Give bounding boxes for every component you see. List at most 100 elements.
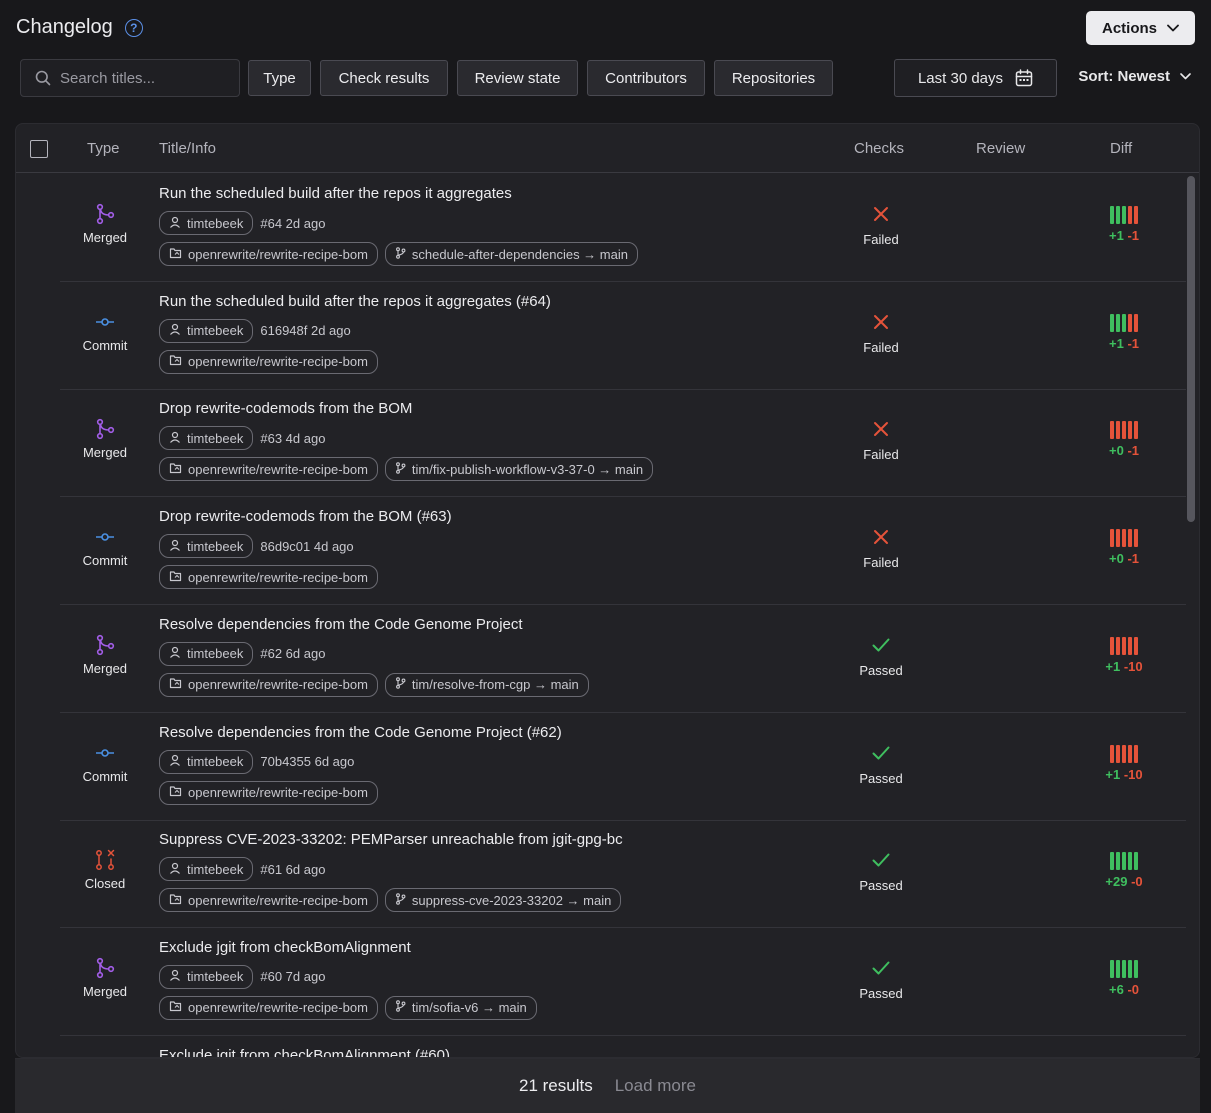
- load-more-button[interactable]: Load more: [615, 1076, 696, 1096]
- search-input[interactable]: [60, 69, 210, 87]
- branch-chip[interactable]: tim/fix-publish-workflow-v3-37-0 → main: [384, 457, 654, 482]
- author-chip[interactable]: timtebeek: [159, 318, 254, 343]
- column-header-checks[interactable]: Checks: [854, 140, 904, 157]
- repo-icon: [169, 247, 182, 262]
- date-range-label: Last 30 days: [917, 69, 1004, 87]
- select-all-checkbox[interactable]: [30, 140, 48, 158]
- title-info-cell: Resolve dependencies from the Code Genom…: [159, 724, 816, 805]
- table-row[interactable]: Merged Run the scheduled build after the…: [16, 174, 1186, 282]
- scrollbar[interactable]: [1187, 176, 1195, 1054]
- repo-chip[interactable]: openrewrite/rewrite-recipe-bom: [159, 672, 378, 697]
- diff-bars: [1110, 313, 1138, 332]
- diff-cell: +1 -10: [1084, 636, 1164, 674]
- date-range-button[interactable]: Last 30 days: [894, 59, 1057, 97]
- actions-button[interactable]: Actions: [1086, 11, 1195, 45]
- diff-cell: +29 -0: [1084, 852, 1164, 889]
- repo-chip[interactable]: openrewrite/rewrite-recipe-bom: [159, 565, 378, 590]
- row-title[interactable]: Drop rewrite-codemods from the BOM: [159, 400, 816, 420]
- author-name: timtebeek: [187, 646, 244, 662]
- row-title[interactable]: Exclude jgit from checkBomAlignment (#60…: [159, 1047, 816, 1057]
- row-title[interactable]: Run the scheduled build after the repos …: [159, 293, 816, 313]
- column-header-review[interactable]: Review: [976, 140, 1025, 157]
- diff-bar: [1134, 313, 1138, 332]
- checks-cell: Passed: [831, 637, 931, 678]
- checks-label: Failed: [863, 447, 899, 463]
- filter-repositories-button[interactable]: Repositories: [714, 60, 833, 96]
- row-title[interactable]: Resolve dependencies from the Code Genom…: [159, 724, 816, 744]
- author-chip[interactable]: timtebeek: [159, 964, 254, 989]
- diff-bars: [1110, 852, 1138, 871]
- user-icon: [169, 969, 181, 984]
- checks-label: Passed: [859, 770, 903, 786]
- repo-name: openrewrite/rewrite-recipe-bom: [188, 1000, 368, 1016]
- author-name: timtebeek: [187, 754, 244, 769]
- filter-review-state-button[interactable]: Review state: [457, 60, 578, 96]
- filter-check-results-button[interactable]: Check results: [320, 60, 448, 96]
- row-title[interactable]: Suppress CVE-2023-33202: PEMParser unrea…: [159, 831, 816, 851]
- diff-stats: +1 -1: [1109, 228, 1139, 243]
- row-title[interactable]: Resolve dependencies from the Code Genom…: [159, 616, 816, 636]
- search-box[interactable]: [20, 59, 240, 97]
- table-row[interactable]: Merged Drop rewrite-codemods from the BO…: [16, 389, 1186, 498]
- row-title[interactable]: Run the scheduled build after the repos …: [159, 185, 816, 205]
- diff-bar: [1134, 206, 1138, 224]
- diff-bar: [1128, 206, 1132, 224]
- author-chip[interactable]: timtebeek: [159, 857, 254, 882]
- diff-bar: [1116, 529, 1120, 548]
- author-chip[interactable]: timtebeek: [159, 749, 254, 774]
- repo-chip[interactable]: openrewrite/rewrite-recipe-bom: [159, 780, 378, 805]
- table-row[interactable]: Closed Suppress CVE-2023-33202: PEMParse…: [16, 820, 1186, 929]
- branch-chip[interactable]: tim/sofia-v6 → main: [384, 995, 537, 1020]
- repo-chip[interactable]: openrewrite/rewrite-recipe-bom: [159, 888, 378, 913]
- table-row[interactable]: Merged Exclude jgit from checkBomAlignme…: [16, 928, 1186, 1036]
- diff-bars: [1110, 421, 1138, 440]
- author-chip[interactable]: timtebeek: [159, 641, 254, 666]
- column-header-type[interactable]: Type: [87, 140, 120, 157]
- commit-icon: [93, 741, 117, 765]
- help-icon[interactable]: ?: [124, 18, 143, 37]
- table-row[interactable]: Commit Resolve dependencies from the Cod…: [16, 713, 1186, 821]
- filter-type-button[interactable]: Type: [248, 60, 311, 96]
- row-meta: timtebeek 70b4355 6d ago: [159, 749, 816, 774]
- branch-chip[interactable]: schedule-after-dependencies → main: [384, 242, 638, 266]
- branch-icon: [395, 1000, 406, 1015]
- author-chip[interactable]: timtebeek: [159, 534, 254, 559]
- repo-chip[interactable]: openrewrite/rewrite-recipe-bom: [159, 242, 378, 266]
- table-row[interactable]: Commit Run the scheduled build after the…: [16, 282, 1186, 390]
- author-chip[interactable]: timtebeek: [159, 211, 254, 235]
- type-cell: Commit: [66, 310, 144, 353]
- scrollbar-thumb[interactable]: [1187, 176, 1195, 522]
- type-label: Commit: [82, 337, 128, 353]
- additions: +1: [1105, 658, 1121, 674]
- filter-contributors-button[interactable]: Contributors: [587, 60, 705, 96]
- table-row[interactable]: Merged Resolve dependencies from the Cod…: [16, 605, 1186, 713]
- diff-bar: [1122, 852, 1126, 871]
- branch-chip[interactable]: tim/resolve-from-cgp → main: [384, 672, 589, 697]
- row-title[interactable]: Drop rewrite-codemods from the BOM (#63): [159, 508, 816, 528]
- repo-chip[interactable]: openrewrite/rewrite-recipe-bom: [159, 457, 378, 482]
- filter-toolbar: Type Check results Review state Contribu…: [20, 59, 1195, 97]
- diff-cell: +1 -10: [1084, 744, 1164, 782]
- table-row[interactable]: Exclude jgit from checkBomAlignment (#60…: [16, 1036, 1186, 1057]
- ref-text: 86d9c01 4d ago: [260, 538, 354, 554]
- additions: +1: [1108, 335, 1124, 351]
- column-header-title[interactable]: Title/Info: [159, 140, 216, 157]
- check-icon: [872, 637, 890, 658]
- sort-dropdown[interactable]: Sort: Newest: [1078, 68, 1191, 85]
- deletions: -0: [1131, 874, 1143, 890]
- branch-name: tim/fix-publish-workflow-v3-37-0 → main: [411, 461, 644, 477]
- ref-text: #63 4d ago: [260, 430, 326, 446]
- column-header-diff[interactable]: Diff: [1110, 140, 1132, 157]
- additions: +1: [1105, 766, 1121, 782]
- author-chip[interactable]: timtebeek: [159, 426, 254, 451]
- page-title-group: Changelog ?: [16, 16, 143, 39]
- branch-chip[interactable]: suppress-cve-2023-33202 → main: [384, 888, 622, 913]
- table-row[interactable]: Commit Drop rewrite-codemods from the BO…: [16, 497, 1186, 606]
- diff-bar: [1128, 744, 1132, 763]
- author-name: timtebeek: [187, 538, 244, 554]
- repo-chip[interactable]: openrewrite/rewrite-recipe-bom: [159, 995, 378, 1020]
- repo-chip[interactable]: openrewrite/rewrite-recipe-bom: [159, 349, 378, 374]
- row-title[interactable]: Exclude jgit from checkBomAlignment: [159, 939, 816, 959]
- diff-bar: [1110, 206, 1114, 224]
- deletions: -1: [1127, 335, 1139, 351]
